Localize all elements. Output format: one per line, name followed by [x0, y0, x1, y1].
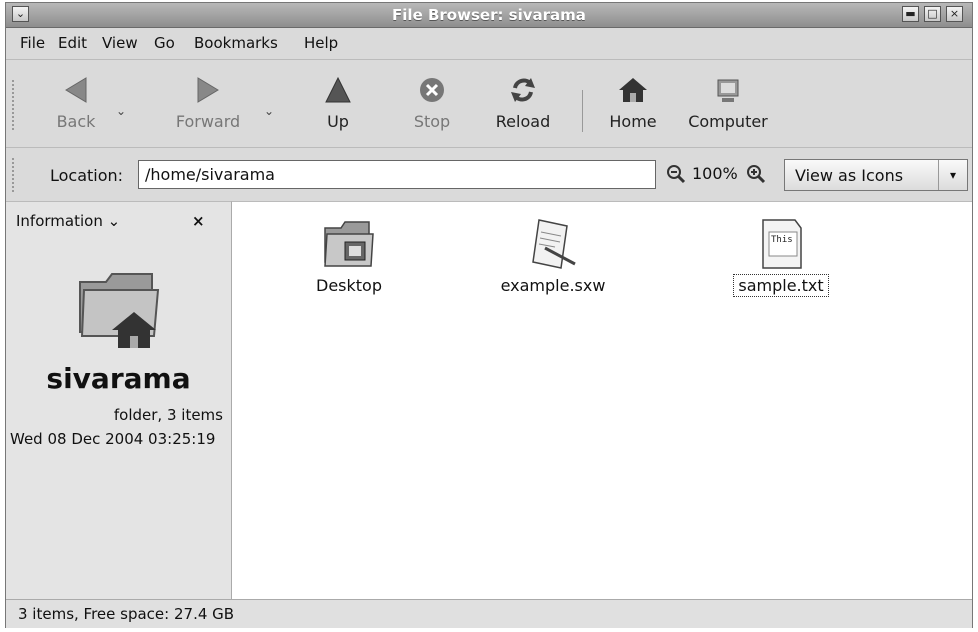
location-bar: Location: /home/sivarama 100% View as Ic… [6, 147, 972, 202]
zoom-in-icon[interactable] [746, 164, 766, 188]
status-text: 3 items, Free space: 27.4 GB [18, 605, 235, 623]
folder-name: sivarama [46, 362, 191, 395]
stop-icon [420, 78, 444, 102]
menu-go[interactable]: Go [154, 34, 175, 52]
folder-icon [324, 221, 374, 267]
file-name: example.sxw [500, 276, 606, 295]
home-button[interactable]: Home [606, 74, 660, 131]
file-browser-window: ⌄ File Browser: sivarama ▬ □ × File Edit… [5, 2, 973, 628]
location-label: Location: [50, 166, 124, 185]
home-label: Home [609, 112, 657, 131]
chevron-down-icon[interactable]: ▾ [938, 160, 967, 190]
forward-button[interactable]: Forward [168, 74, 248, 131]
stop-label: Stop [413, 112, 451, 131]
close-side-pane-button[interactable]: × [192, 212, 205, 230]
location-input[interactable]: /home/sivarama [138, 160, 656, 189]
menu-file[interactable]: File [20, 34, 45, 52]
toolbar-separator [582, 90, 583, 132]
up-button[interactable]: Up [318, 74, 358, 131]
close-window-button[interactable]: × [946, 6, 963, 22]
side-pane: Information ⌄ × sivarama folder, 3 items… [6, 201, 232, 599]
reload-icon [511, 78, 535, 102]
maximize-button[interactable]: □ [924, 6, 941, 22]
file-item-sample-txt[interactable]: This sample.txt [726, 218, 836, 297]
document-icon [532, 219, 576, 269]
side-pane-selector[interactable]: Information ⌄ [16, 212, 120, 230]
back-label: Back [56, 112, 96, 131]
forward-arrow-icon [197, 77, 219, 103]
minimize-button[interactable]: ▬ [902, 6, 919, 22]
status-bar: 3 items, Free space: 27.4 GB [6, 599, 972, 628]
reload-button[interactable]: Reload [492, 74, 554, 131]
menu-bar: File Edit View Go Bookmarks Help [6, 28, 972, 58]
menu-view[interactable]: View [102, 34, 138, 52]
computer-button[interactable]: Computer [682, 74, 774, 131]
computer-label: Computer [688, 112, 768, 131]
view-mode-select[interactable]: View as Icons ▾ [784, 159, 968, 191]
zoom-level[interactable]: 100% [692, 164, 738, 183]
file-name: sample.txt [733, 274, 829, 297]
back-arrow-icon [65, 77, 87, 103]
icon-view[interactable]: Desktop example.sxw This sample.txt [232, 201, 972, 599]
menu-edit[interactable]: Edit [58, 34, 87, 52]
computer-icon [717, 79, 739, 102]
up-arrow-icon [325, 76, 351, 103]
side-pane-title: Information [16, 212, 103, 230]
toolbar-grip[interactable] [12, 80, 20, 130]
file-name: Desktop [316, 276, 382, 295]
view-mode-label: View as Icons [795, 166, 904, 185]
file-item-example-sxw[interactable]: example.sxw [498, 218, 608, 295]
back-history-dropdown[interactable]: ⌄ [116, 104, 126, 118]
folder-modified-date: Wed 08 Dec 2004 03:25:19 [10, 430, 216, 448]
up-label: Up [327, 112, 349, 131]
location-grip[interactable] [12, 158, 20, 192]
home-icon [619, 78, 647, 102]
file-item-desktop[interactable]: Desktop [304, 218, 394, 295]
forward-history-dropdown[interactable]: ⌄ [264, 104, 274, 118]
reload-label: Reload [495, 112, 551, 131]
window-title: File Browser: sivarama [392, 6, 586, 24]
back-button[interactable]: Back [48, 74, 104, 131]
zoom-out-icon[interactable] [666, 164, 686, 188]
text-file-icon: This [762, 219, 802, 269]
menu-help[interactable]: Help [304, 34, 338, 52]
toolbar: Back ⌄ Forward ⌄ Up Stop Reload Home Com… [6, 59, 972, 148]
folder-info: folder, 3 items [113, 406, 223, 424]
forward-label: Forward [175, 112, 241, 131]
icon-text: This [771, 235, 793, 245]
home-folder-icon [79, 273, 160, 348]
title-bar[interactable]: ⌄ File Browser: sivarama ▬ □ × [6, 3, 972, 28]
stop-button[interactable]: Stop [406, 74, 458, 131]
menu-bookmarks[interactable]: Bookmarks [194, 34, 278, 52]
